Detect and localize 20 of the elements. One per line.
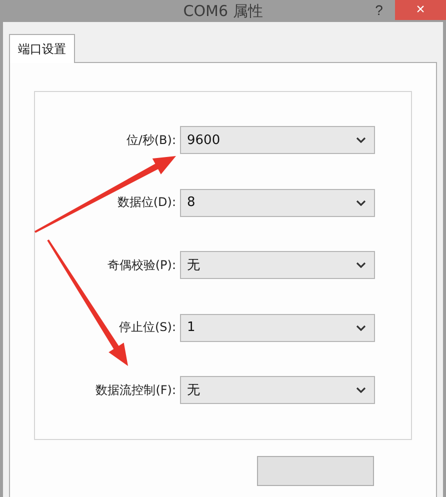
chevron-down-icon: [356, 137, 366, 143]
chevron-down-icon: [356, 262, 366, 268]
chevron-down-icon: [356, 200, 366, 206]
field-label: 停止位(S):: [118, 319, 177, 336]
field-label: 数据位(D):: [116, 194, 177, 211]
dropdown[interactable]: 8: [180, 188, 375, 216]
dropdown[interactable]: 1: [180, 314, 375, 342]
dropdown[interactable]: 9600: [180, 126, 375, 154]
field-label: 奇偶校验(P):: [106, 256, 177, 274]
dropdown[interactable]: 无: [180, 251, 375, 279]
tab[interactable]: 端口设置: [9, 34, 75, 63]
chevron-down-icon: [356, 387, 366, 393]
field-label: 位/秒(B):: [125, 132, 177, 148]
dialog-button[interactable]: [257, 456, 374, 486]
field-label: 数据流控制(F):: [94, 382, 177, 398]
dropdown[interactable]: 无: [180, 376, 375, 404]
help-button[interactable]: ?: [368, 0, 390, 20]
window-title: COM6 属性: [183, 2, 263, 20]
close-button[interactable]: ×: [395, 0, 446, 20]
chevron-down-icon: [356, 324, 366, 330]
